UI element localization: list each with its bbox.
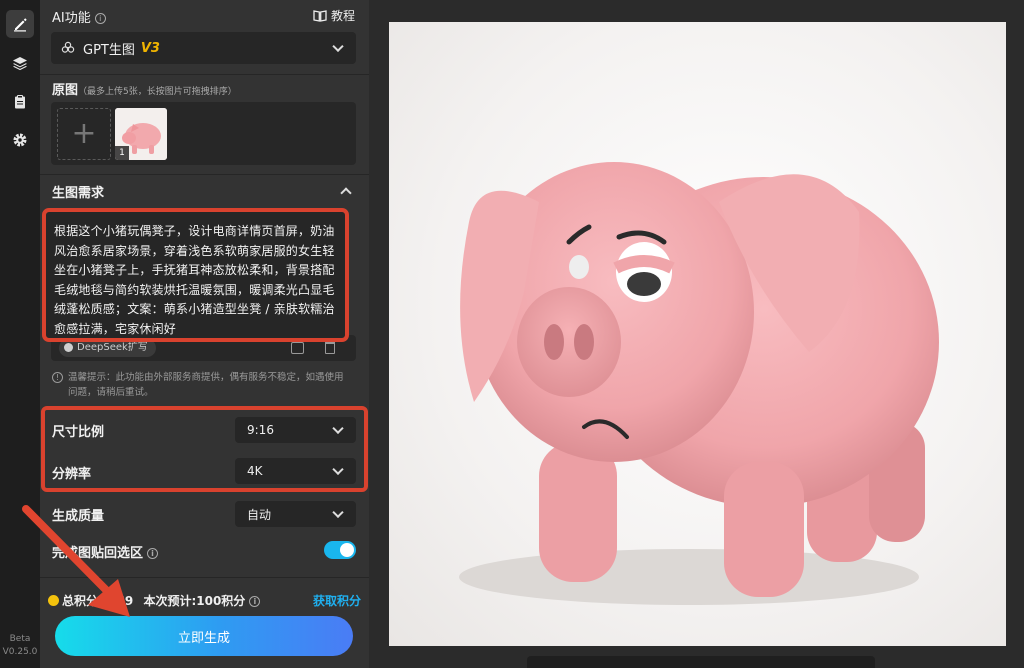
- clipboard-icon[interactable]: [6, 88, 34, 116]
- source-thumbnail[interactable]: 1: [115, 108, 167, 160]
- model-name: GPT生图: [83, 42, 135, 58]
- book-icon: [313, 9, 327, 22]
- result-image[interactable]: [389, 22, 1006, 646]
- thumbnail-index: 1: [115, 146, 129, 160]
- chevron-down-icon: [332, 422, 344, 435]
- version-label: V0.25.0: [2, 647, 38, 657]
- divider: [40, 174, 369, 175]
- chevron-down-icon: [332, 506, 344, 519]
- info-icon[interactable]: i: [94, 13, 106, 24]
- source-image-title: 原图（最多上传5张，长按图片可拖拽排序）: [52, 83, 237, 98]
- paste-back-toggle[interactable]: [324, 541, 356, 559]
- chevron-down-icon: [332, 40, 344, 53]
- get-points-link[interactable]: 获取积分: [313, 592, 361, 609]
- edit-pen-icon[interactable]: [6, 10, 34, 38]
- warning-circle-icon: !: [52, 372, 63, 383]
- model-select[interactable]: GPT生图 V3: [51, 32, 356, 64]
- service-tip: ! 温馨提示：此功能由外部服务商提供，偶有服务不稳定，如遇使用问题，请稍后重试。: [52, 370, 352, 400]
- info-icon[interactable]: i: [249, 596, 261, 607]
- add-image-button[interactable]: +: [57, 108, 111, 160]
- quality-select[interactable]: 自动: [235, 501, 356, 527]
- prompt-text[interactable]: 根据这个小猪玩偶凳子，设计电商详情页首屏，奶油风治愈系居家场景，穿着浅色系软萌家…: [54, 222, 337, 338]
- beta-tag: Beta: [9, 634, 31, 644]
- trash-icon[interactable]: [325, 341, 335, 354]
- model-badge: V3: [140, 40, 160, 56]
- chevron-down-icon: [332, 463, 344, 476]
- resolution-select[interactable]: 4K: [235, 458, 356, 484]
- ratio-label: 尺寸比例: [52, 425, 105, 440]
- ai-function-title: AI功能 i: [52, 7, 106, 26]
- gear-icon[interactable]: [6, 126, 34, 154]
- bottom-toolbar[interactable]: [527, 656, 875, 668]
- model-flower-icon: [61, 41, 75, 53]
- divider: [40, 74, 369, 75]
- layers-icon[interactable]: [6, 49, 34, 77]
- translate-icon[interactable]: [291, 342, 304, 354]
- pig-stool-image: [459, 162, 939, 605]
- resolution-label: 分辨率: [52, 467, 92, 482]
- annotation-arrow: [22, 505, 130, 617]
- deepseek-icon: [64, 343, 73, 352]
- requirements-title: 生图需求: [52, 186, 105, 201]
- prompt-textarea[interactable]: 根据这个小猪玩偶凳子，设计电商详情页首屏，奶油风治愈系居家场景，穿着浅色系软萌家…: [42, 208, 349, 342]
- canvas-area: [369, 0, 1024, 668]
- tutorial-link[interactable]: 教程: [313, 7, 355, 24]
- chevron-up-icon[interactable]: [340, 187, 352, 199]
- ratio-select[interactable]: 9:16: [235, 417, 356, 443]
- info-icon[interactable]: i: [147, 548, 159, 559]
